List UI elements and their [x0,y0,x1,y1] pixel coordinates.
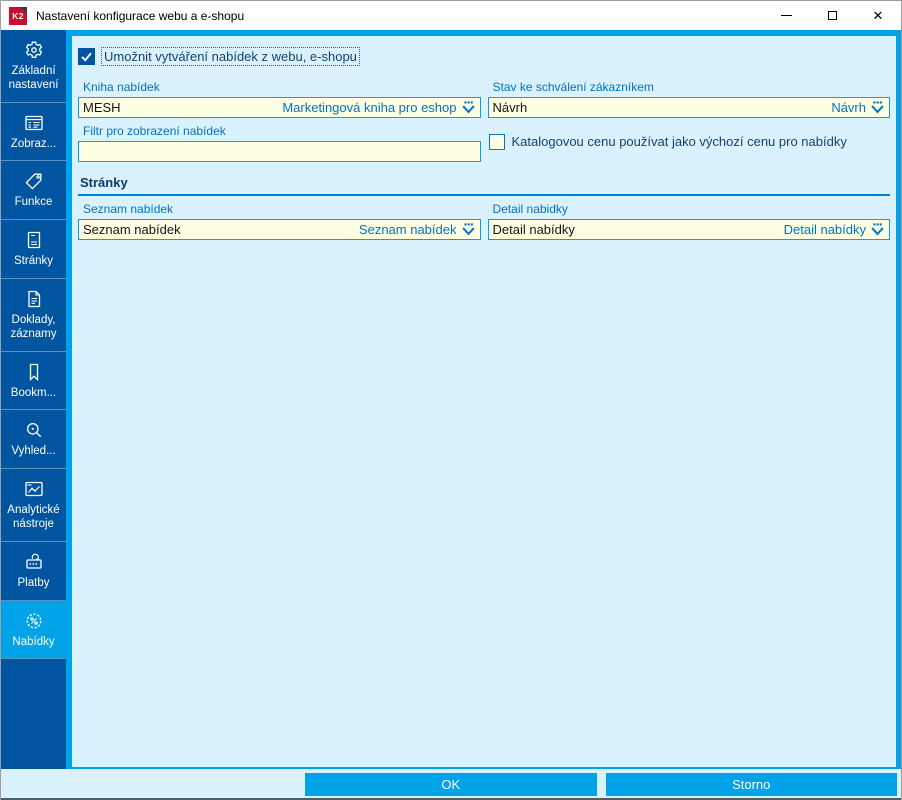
dropdown-list-icon[interactable] [461,223,476,236]
gear-icon [23,39,45,61]
sidebar-item-analyticke-nastroje[interactable]: Analytické nástroje [1,469,66,542]
sidebar-item-zakladni-nastaveni[interactable]: Základní nastavení [1,30,66,103]
sidebar-item-bookmarky[interactable]: Bookm... [1,352,66,411]
offer-detail-page-display: Detail nabídky [783,222,866,237]
payments-icon [23,551,45,573]
offer-book-value: MESH [83,100,121,115]
offer-detail-page-value: Detail nabídky [492,222,575,237]
analytics-icon [23,478,45,500]
offer-badge-icon [23,610,45,632]
document-icon [23,288,45,310]
maximize-button[interactable] [809,1,855,30]
catalog-price-checkbox-label[interactable]: Katalogovou cenu používat jako výchozí c… [512,134,847,149]
tag-icon [23,170,45,192]
approval-state-display: Návrh [831,100,866,115]
cancel-button[interactable]: Storno [605,773,897,796]
ok-button[interactable]: OK [305,773,597,796]
approval-state-label: Stav ke schválení zákazníkem [492,80,654,94]
approval-state-value: Návrh [492,100,528,115]
dropdown-list-icon[interactable] [870,223,885,236]
offer-detail-page-label: Detail nabidky [492,202,568,216]
sidebar-item-platby[interactable]: Platby [1,542,66,601]
pages-icon [23,229,45,251]
dialog-footer: OK Storno [1,769,901,798]
approval-state-field[interactable]: Návrh Návrh [487,97,890,118]
offer-list-page-field[interactable]: Seznam nabídek Seznam nabídek [78,219,481,240]
sidebar-item-zobrazeni[interactable]: Zobraz... [1,103,66,162]
close-icon: ✕ [872,8,884,23]
close-button[interactable]: ✕ [855,1,901,30]
content-frame: Umožnit vytváření nabídek z webu, e-shop… [66,30,901,769]
display-panel-icon [23,112,45,134]
window-title: Nastavení konfigurace webu a e-shopu [36,8,245,23]
offer-list-page-display: Seznam nabídek [358,222,457,237]
offers-filter-label: Filtr pro zobrazení nabídek [83,124,226,138]
offer-detail-page-field[interactable]: Detail nabídky Detail nabídky [487,219,890,240]
offers-filter-input[interactable] [78,141,481,162]
offer-list-page-label: Seznam nabídek [83,202,174,216]
offers-settings-panel: Umožnit vytváření nabídek z webu, e-shop… [72,36,896,767]
dropdown-list-icon[interactable] [870,101,885,114]
title-bar: K2 Nastavení konfigurace webu a e-shopu … [1,1,901,30]
minimize-button[interactable] [763,1,809,30]
sidebar-item-stranky[interactable]: Stránky [1,220,66,279]
settings-window: K2 Nastavení konfigurace webu a e-shopu … [0,0,902,800]
maximize-icon [827,11,837,20]
minimize-icon [780,15,792,16]
pages-section-header: Stránky [78,175,890,196]
enable-offers-checkbox[interactable] [78,48,95,65]
dropdown-list-icon[interactable] [461,101,476,114]
bookmark-icon [23,361,45,383]
offer-list-page-value: Seznam nabídek [83,222,181,237]
catalog-price-checkbox[interactable] [488,133,505,150]
sidebar-item-funkce[interactable]: Funkce [1,161,66,221]
enable-offers-checkbox-label[interactable]: Umožnit vytváření nabídek z webu, e-shop… [101,47,360,66]
app-logo-icon: K2 [9,6,27,25]
sidebar-item-doklady-zaznamy[interactable]: Doklady, záznamy [1,279,66,352]
sidebar: Základní nastavení Zobraz... Funkce Strá… [1,30,66,769]
offer-book-label: Kniha nabídek [83,80,160,94]
search-icon [23,419,45,441]
offer-book-field[interactable]: MESH Marketingová kniha pro eshop [78,97,481,118]
offer-book-display: Marketingová kniha pro eshop [282,100,457,115]
sidebar-item-vyhledavani[interactable]: Vyhled... [1,410,66,470]
sidebar-item-nabidky[interactable]: Nabídky [1,600,66,660]
